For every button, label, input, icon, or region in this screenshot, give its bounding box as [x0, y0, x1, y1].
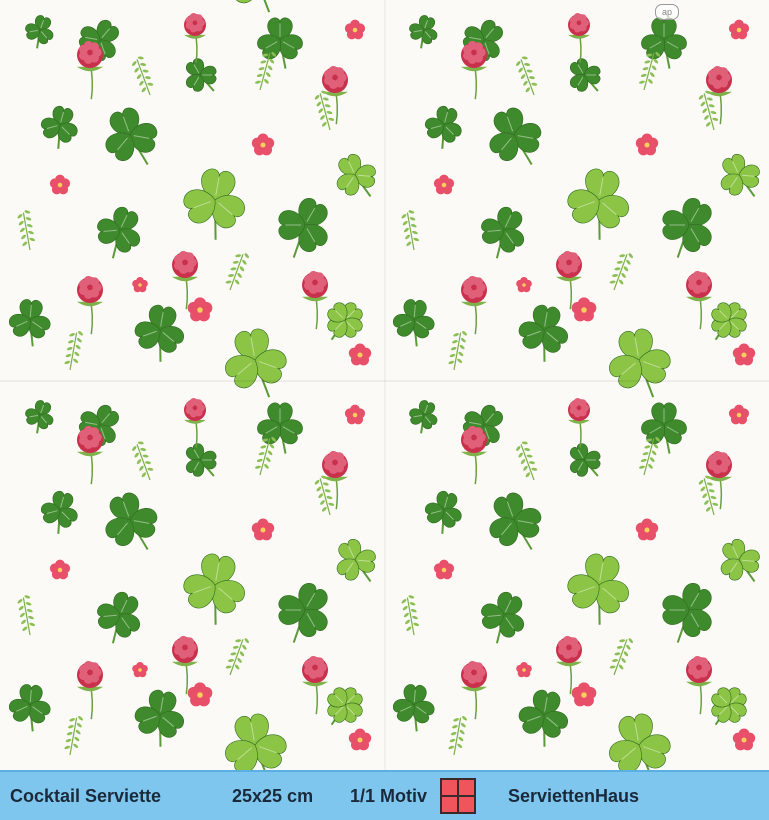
- maker-mark: ap: [655, 4, 679, 20]
- quad-square-icon: [440, 778, 476, 814]
- motif-count: 1/1 Motiv: [350, 785, 428, 806]
- fold-line-vertical: [384, 0, 386, 770]
- napkin-image: ap: [0, 0, 769, 770]
- brand-name: ServiettenHaus: [508, 785, 640, 806]
- product-name: Cocktail Serviette: [10, 785, 162, 806]
- product-footer-bar: Cocktail Serviette 25x25 cm 1/1 Motiv Se…: [0, 770, 769, 820]
- product-size: 25x25 cm: [232, 785, 314, 806]
